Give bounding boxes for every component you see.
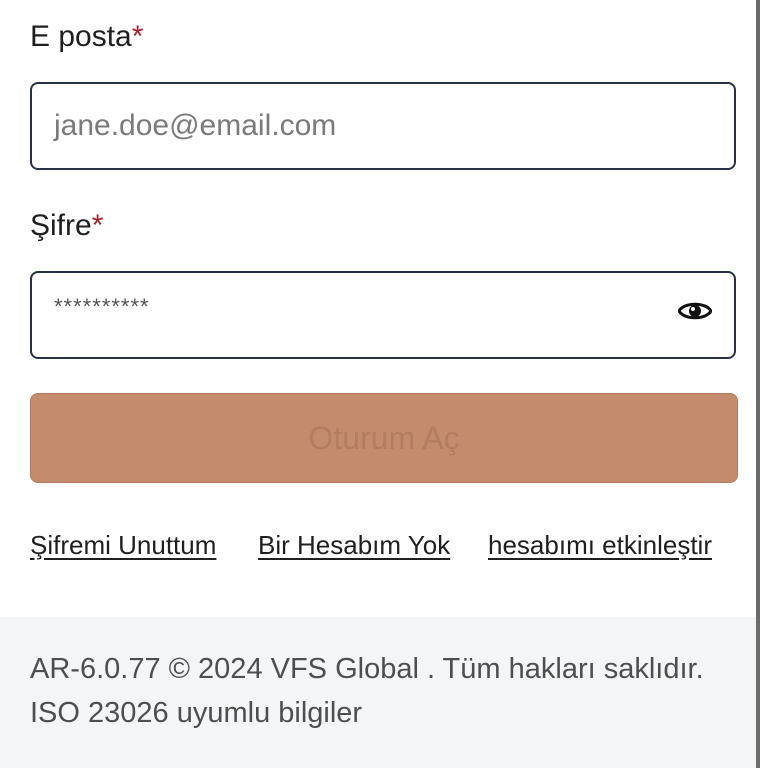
activate-account-link[interactable]: hesabımı etkinleştir <box>488 530 712 561</box>
footer: AR-6.0.77 © 2024 VFS Global . Tüm haklar… <box>0 617 756 768</box>
scrollbar[interactable] <box>756 0 760 768</box>
account-links: Şifremi Unuttum Bir Hesabım Yok hesabımı… <box>30 530 738 566</box>
eye-icon[interactable] <box>677 299 713 323</box>
email-label-text: E posta <box>30 20 132 53</box>
footer-copyright: AR-6.0.77 © 2024 VFS Global . Tüm haklar… <box>30 653 704 729</box>
email-field[interactable]: jane.doe@email.com <box>30 82 736 170</box>
email-label: E posta* <box>30 20 143 54</box>
password-field[interactable]: ********** <box>30 271 736 359</box>
password-label: Şifre* <box>30 209 103 243</box>
email-required-mark: * <box>131 20 144 53</box>
forgot-password-link[interactable]: Şifremi Unuttum <box>30 530 216 561</box>
password-required-mark: * <box>91 209 104 242</box>
login-page: E posta* jane.doe@email.com Şifre* *****… <box>0 0 768 768</box>
email-placeholder: jane.doe@email.com <box>54 109 337 142</box>
password-label-text: Şifre <box>30 209 92 242</box>
login-button[interactable]: Oturum Aç <box>30 393 738 483</box>
password-masked-value: ********** <box>54 294 150 319</box>
no-account-link[interactable]: Bir Hesabım Yok <box>258 530 450 561</box>
